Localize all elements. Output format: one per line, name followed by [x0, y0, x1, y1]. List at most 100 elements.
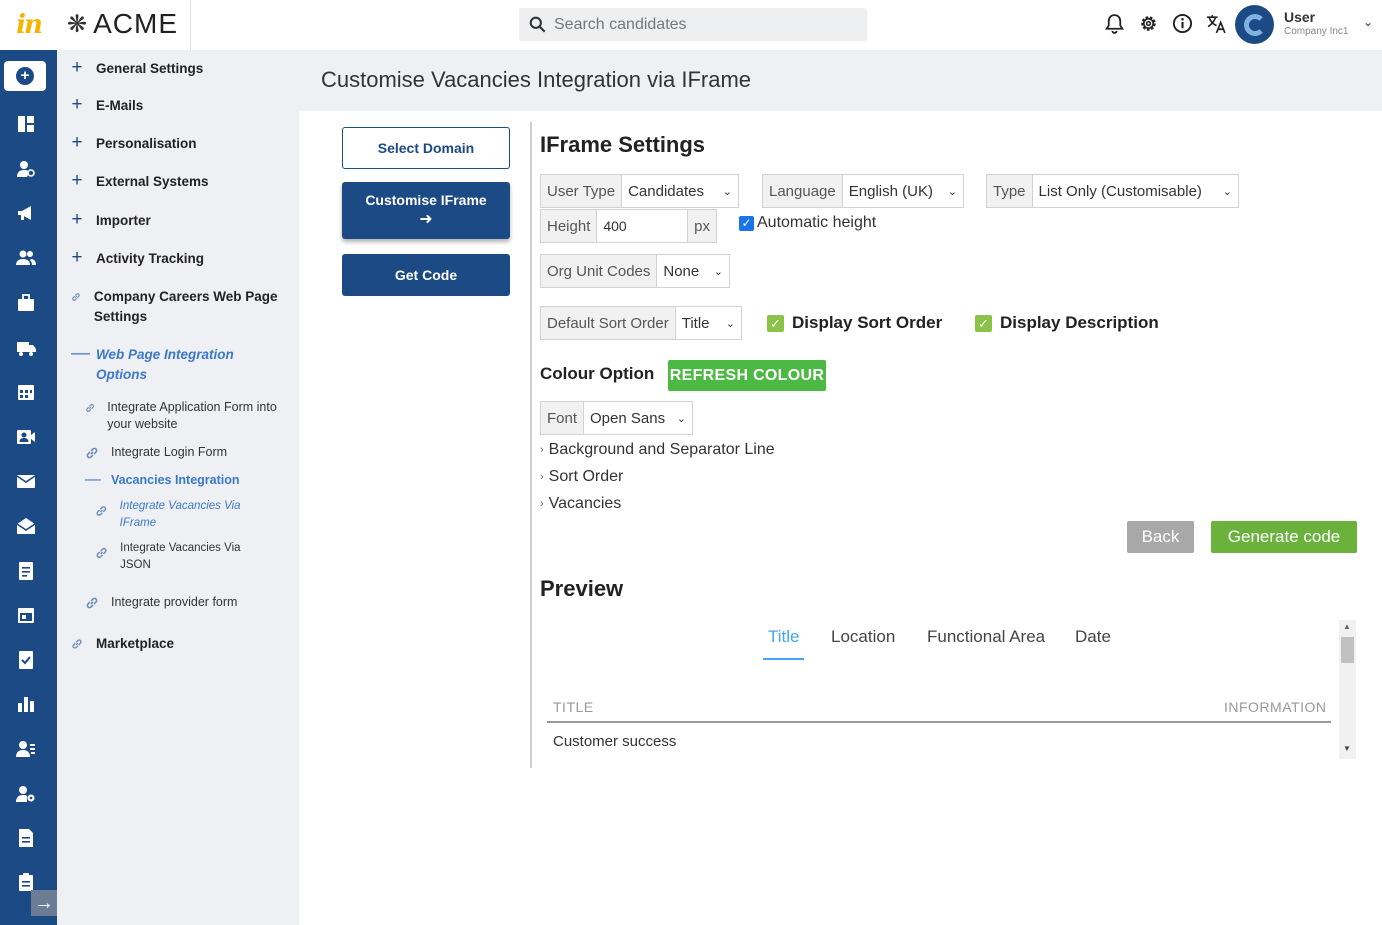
- chevron-down-icon: ⌄: [676, 412, 686, 425]
- chevron-right-icon: ›: [540, 498, 544, 510]
- get-code-button[interactable]: Get Code: [342, 254, 510, 296]
- select-label: Language: [763, 175, 843, 207]
- sidebar-item-activity-tracking[interactable]: + Activity Tracking: [71, 247, 204, 269]
- select-label: Default Sort Order: [541, 307, 676, 339]
- mail-icon[interactable]: [14, 469, 38, 493]
- brand-divider: [190, 0, 191, 50]
- checkbox-checked-icon: ✓: [739, 215, 754, 231]
- sidebar-subitem-login-form[interactable]: Integrate Login Form: [85, 444, 227, 461]
- column-header-information: INFORMATION: [1224, 699, 1327, 715]
- height-input[interactable]: 400: [597, 210, 687, 242]
- tab-location[interactable]: Location: [831, 627, 895, 647]
- users-icon[interactable]: [14, 246, 38, 270]
- tab-functional-area[interactable]: Functional Area: [927, 627, 1045, 647]
- link-icon: [72, 293, 80, 301]
- input-unit: px: [687, 210, 716, 242]
- sidebar-item-web-page-integration[interactable]: — Web Page Integration Options: [71, 343, 271, 385]
- link-icon: [96, 506, 107, 516]
- sidebar-item-emails[interactable]: + E-Mails: [71, 95, 143, 116]
- dashboard-icon[interactable]: [14, 112, 38, 136]
- select-value: List Only (Customisable): [1038, 182, 1202, 200]
- tab-date[interactable]: Date: [1075, 627, 1111, 647]
- automatic-height-checkbox[interactable]: ✓ Automatic height: [739, 214, 876, 232]
- sidebar-subitem-vacancies-integration[interactable]: — Vacancies Integration: [85, 472, 240, 489]
- accordion-sort-order[interactable]: › Sort Order: [540, 468, 623, 486]
- sidebar-subitem-label: Integrate Vacancies Via JSON: [120, 542, 241, 571]
- info-icon[interactable]: [1171, 12, 1194, 35]
- default-sort-order-select[interactable]: Default Sort Order Title ⌄: [540, 306, 742, 340]
- brand-logo[interactable]: ❋ ACME: [67, 8, 178, 40]
- select-value: Open Sans: [590, 409, 666, 427]
- table-header-divider: [547, 721, 1331, 723]
- accordion-background-separator[interactable]: › Background and Separator Line: [540, 441, 775, 459]
- checklist-icon[interactable]: [14, 648, 38, 672]
- calendar-grid-icon[interactable]: [14, 380, 38, 404]
- translate-icon[interactable]: [1205, 12, 1228, 35]
- file-icon[interactable]: [14, 826, 38, 850]
- select-domain-button[interactable]: Select Domain: [342, 127, 510, 169]
- user-management-icon[interactable]: [14, 737, 38, 761]
- sidebar-subitem-vacancies-json[interactable]: Integrate Vacancies Via JSON: [95, 540, 265, 574]
- icon-rail: in + →: [0, 0, 57, 925]
- sidebar-item-importer[interactable]: + Importer: [71, 209, 150, 231]
- sidebar-item-marketplace[interactable]: Marketplace: [71, 634, 174, 654]
- plus-icon: +: [71, 247, 83, 268]
- sidebar-item-careers-page-settings[interactable]: Company Careers Web Page Settings: [71, 287, 293, 327]
- avatar[interactable]: [1235, 5, 1274, 44]
- back-button[interactable]: Back: [1127, 521, 1194, 553]
- scrollbar-thumb[interactable]: [1341, 637, 1354, 663]
- refresh-colour-button[interactable]: REFRESH COLOUR: [668, 360, 826, 391]
- scroll-up-icon[interactable]: ▲: [1343, 622, 1351, 631]
- megaphone-icon[interactable]: [14, 201, 38, 225]
- plus-icon: +: [71, 209, 83, 230]
- colour-option-heading: Colour Option: [540, 364, 655, 383]
- sidebar-item-label: General Settings: [96, 61, 204, 76]
- search-box[interactable]: [519, 8, 867, 41]
- preview-scrollbar[interactable]: ▲ ▼: [1339, 620, 1356, 759]
- bell-icon[interactable]: [1103, 12, 1126, 35]
- table-row[interactable]: Customer success: [553, 733, 676, 750]
- sidebar-subitem-vacancies-iframe[interactable]: Integrate Vacancies Via IFrame: [95, 498, 265, 532]
- document-icon[interactable]: [14, 559, 38, 583]
- expand-rail-arrow-icon[interactable]: →: [31, 890, 57, 916]
- customise-iframe-button[interactable]: Customise IFrame ➜: [342, 182, 510, 239]
- sidebar-subitem-provider-form[interactable]: Integrate provider form: [85, 594, 237, 611]
- checkbox-checked-icon: ✓: [975, 314, 992, 332]
- language-select[interactable]: Language English (UK) ⌄: [762, 174, 964, 208]
- quick-add-button[interactable]: +: [4, 61, 46, 91]
- sidebar-item-external-systems[interactable]: + External Systems: [71, 171, 208, 192]
- user-type-select[interactable]: User Type Candidates ⌄: [540, 174, 739, 208]
- minus-icon: —: [71, 343, 90, 364]
- candidate-search-icon[interactable]: [14, 157, 38, 181]
- user-settings-icon[interactable]: [14, 782, 38, 806]
- select-label: Type: [987, 175, 1033, 207]
- user-menu[interactable]: User Company Inc1: [1284, 9, 1348, 37]
- sidebar-item-general-settings[interactable]: + General Settings: [71, 58, 204, 79]
- app-logo[interactable]: in: [0, 0, 57, 50]
- search-input[interactable]: [554, 15, 854, 34]
- accordion-label: Sort Order: [548, 468, 624, 485]
- truck-icon[interactable]: [14, 336, 38, 360]
- select-label: Org Unit Codes: [541, 255, 658, 287]
- sidebar-subitem-application-form[interactable]: Integrate Application Form into your web…: [85, 399, 285, 433]
- accordion-vacancies[interactable]: › Vacancies: [540, 495, 621, 513]
- display-sort-order-checkbox[interactable]: ✓ Display Sort Order: [767, 313, 942, 333]
- type-select[interactable]: Type List Only (Customisable) ⌄: [986, 174, 1239, 208]
- font-select[interactable]: Font Open Sans ⌄: [540, 401, 693, 435]
- sidebar-item-personalisation[interactable]: + Personalisation: [71, 133, 196, 154]
- video-interview-icon[interactable]: [14, 425, 38, 449]
- display-description-checkbox[interactable]: ✓ Display Description: [975, 313, 1159, 333]
- select-value: None: [663, 262, 700, 280]
- bar-chart-icon[interactable]: [14, 692, 38, 716]
- chevron-down-icon[interactable]: ⌄: [1363, 15, 1373, 29]
- select-value: English (UK): [848, 182, 933, 200]
- open-mail-icon[interactable]: [14, 514, 38, 538]
- accordion-label: Background and Separator Line: [548, 441, 775, 458]
- scroll-down-icon[interactable]: ▼: [1343, 744, 1351, 753]
- org-unit-codes-select[interactable]: Org Unit Codes None ⌄: [540, 254, 730, 288]
- gear-icon[interactable]: [1137, 12, 1160, 35]
- tab-title[interactable]: Title: [768, 627, 800, 647]
- briefcase-icon[interactable]: [14, 291, 38, 315]
- generate-code-button[interactable]: Generate code: [1211, 521, 1357, 553]
- calendar-icon[interactable]: [14, 603, 38, 627]
